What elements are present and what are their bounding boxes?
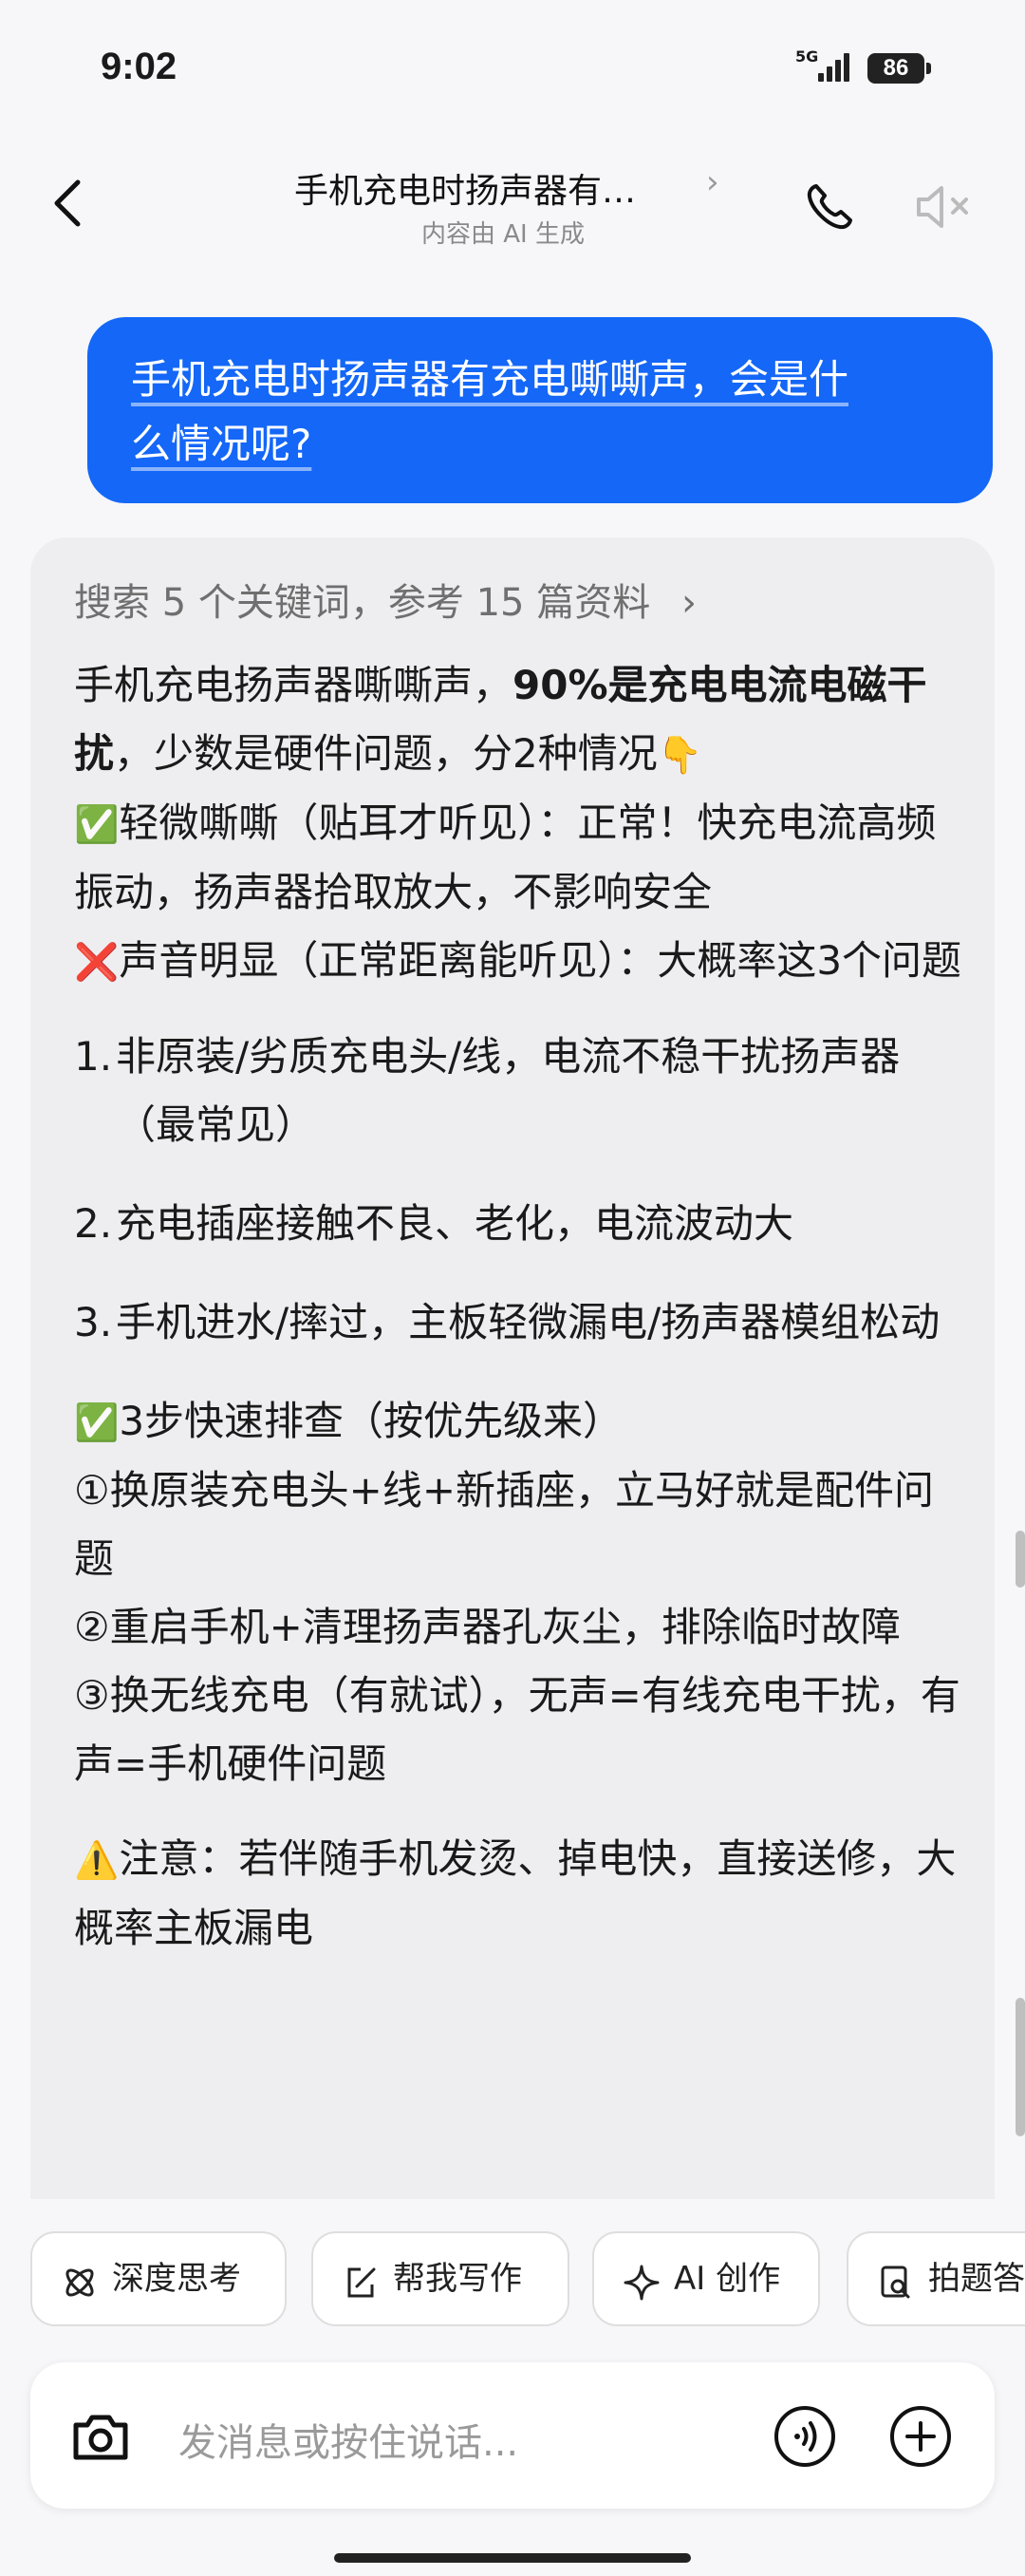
steps-heading: ✅3步快速排查（按优先级来） (74, 1387, 966, 1457)
intro-text: 手机充电扬声器嘶嘶声， (74, 662, 513, 708)
list-item: 2. 充电插座接触不良、老化，电流波动大 (74, 1190, 966, 1258)
chip-label: 深度思考 (112, 2260, 241, 2298)
conversation-title[interactable]: 手机充电时扬声器有… (294, 163, 636, 213)
speaker-muted-icon (917, 186, 968, 228)
step-item: ①换原装充电头+线+新插座，立马好就是配件问题 (74, 1467, 935, 1582)
battery-icon: 86 (867, 53, 931, 84)
chip-label: 拍题答疑 (928, 2260, 1025, 2298)
back-button[interactable] (42, 175, 99, 232)
step-item: ②重启手机+清理扬声器孔灰尘，排除临时故障 (74, 1604, 901, 1650)
check-emoji: ✅ (74, 1401, 120, 1443)
steps-title: 3步快速排查（按优先级来） (119, 1398, 624, 1444)
speaker-mute-button[interactable] (915, 182, 978, 232)
chat-header: 手机充电时扬声器有… › 内容由 AI 生成 (0, 142, 1025, 275)
voice-wave-icon (774, 2406, 835, 2467)
warning-text: 注意：若伴随手机发烫、掉电快，直接送修，大概率主板漏电 (74, 1835, 957, 1951)
search-summary[interactable]: 搜索 5 个关键词，参考 15 篇资料 › (74, 572, 697, 627)
ai-answer-card: 搜索 5 个关键词，参考 15 篇资料 › 手机充电扬声器嘶嘶声，90%是充电电… (30, 537, 995, 2199)
pointing-down-emoji: 👇 (657, 734, 703, 776)
chip-label: AI 创作 (674, 2260, 781, 2298)
list-item-text: 充电插座接触不良、老化，电流波动大 (116, 1200, 794, 1247)
answer-intro: 手机充电扬声器嘶嘶声，90%是充电电流电磁干扰，少数是硬件问题，分2种情况👇 (74, 651, 966, 789)
list-number: 3. (74, 1299, 113, 1345)
cross-emoji: ❌ (74, 941, 120, 983)
deep-think-chip[interactable]: 深度思考 (30, 2231, 287, 2326)
camera-icon (73, 2415, 128, 2460)
search-summary-text: 搜索 5 个关键词，参考 15 篇资料 (74, 581, 651, 625)
list-item: 3. 手机进水/摔过，主板轻微漏电/扬声器模组松动 (74, 1288, 966, 1357)
user-message-bubble[interactable]: 手机充电时扬声器有充电嘶嘶声，会是什 么情况呢? (87, 317, 993, 503)
sparkle-icon (624, 2265, 660, 2301)
list-item: 1. 非原装/劣质充电头/线，电流不稳干扰扬声器（最常见） (74, 1023, 966, 1159)
list-item-text: 非原装/劣质充电头/线，电流不稳干扰扬声器（最常见） (116, 1033, 901, 1148)
edit-icon (347, 2267, 376, 2298)
more-button[interactable] (888, 2404, 953, 2473)
step-item: ③换无线充电（有就试），无声=有线充电干扰，有声=手机硬件问题 (74, 1672, 960, 1787)
plus-icon (890, 2406, 951, 2467)
list-item-text: 手机进水/摔过，主板轻微漏电/扬声器模组松动 (116, 1299, 941, 1345)
call-button[interactable] (803, 180, 856, 234)
home-indicator[interactable] (334, 2553, 691, 2563)
photo-question-chip[interactable]: 拍题答疑 (847, 2231, 1025, 2326)
user-message-line: 么情况呢? (131, 421, 312, 467)
issue-case: ❌声音明显（正常距离能听见）：大概率这3个问题 (74, 927, 966, 996)
list-number: 2. (74, 1200, 113, 1247)
user-message-line: 手机充电时扬声器有充电嘶嘶声，会是什 (131, 356, 849, 403)
writing-chip[interactable]: 帮我写作 (311, 2231, 569, 2326)
back-arrow-icon (54, 179, 81, 227)
warning-note: ⚠️注意：若伴随手机发烫、掉电快，直接送修，大概率主板漏电 (74, 1825, 966, 1963)
cause-list: 1. 非原装/劣质充电头/线，电流不稳干扰扬声器（最常见） 2. 充电插座接触不良、… (74, 1023, 966, 1357)
ai-create-chip[interactable]: AI 创作 (592, 2231, 820, 2326)
warning-emoji: ⚠️ (74, 1839, 120, 1881)
normal-case: ✅轻微嘶嘶（贴耳才听见）：正常！快充电流高频振动，扬声器拾取放大，不影响安全 (74, 789, 966, 927)
chevron-right-icon: › (680, 581, 697, 625)
scroll-indicator[interactable] (1016, 1531, 1025, 1588)
chip-label: 帮我写作 (393, 2260, 522, 2298)
message-input-bar: 发消息或按住说话... (30, 2362, 995, 2509)
check-emoji: ✅ (74, 803, 120, 845)
quick-actions: 深度思考 帮我写作 AI 创作 拍题答疑 (30, 2231, 1025, 2330)
phone-icon (807, 184, 852, 230)
status-bar: 9:02 5G 86 (0, 0, 1025, 142)
clock: 9:02 (101, 46, 177, 87)
camera-button[interactable] (68, 2404, 133, 2473)
ai-generated-note: 内容由 AI 生成 (421, 220, 585, 249)
scroll-indicator[interactable] (1016, 1998, 1025, 2136)
issue-case-text: 声音明显（正常距离能听见）：大概率这3个问题 (119, 937, 962, 984)
atom-icon (65, 2268, 94, 2297)
list-number: 1. (74, 1033, 113, 1080)
network-type: 5G (795, 47, 819, 66)
voice-button[interactable] (773, 2404, 837, 2473)
signal-icon (818, 53, 852, 82)
normal-case-text: 轻微嘶嘶（贴耳才听见）：正常！快充电流高频振动，扬声器拾取放大，不影响安全 (74, 799, 937, 915)
chevron-right-icon[interactable]: › (706, 163, 719, 201)
message-input[interactable]: 发消息或按住说话... (178, 2412, 518, 2467)
answer-body: 手机充电扬声器嘶嘶声，90%是充电电流电磁干扰，少数是硬件问题，分2种情况👇 ✅… (74, 651, 966, 1963)
intro-text: ，少数是硬件问题，分2种情况 (114, 730, 658, 777)
scan-document-icon (881, 2266, 910, 2299)
